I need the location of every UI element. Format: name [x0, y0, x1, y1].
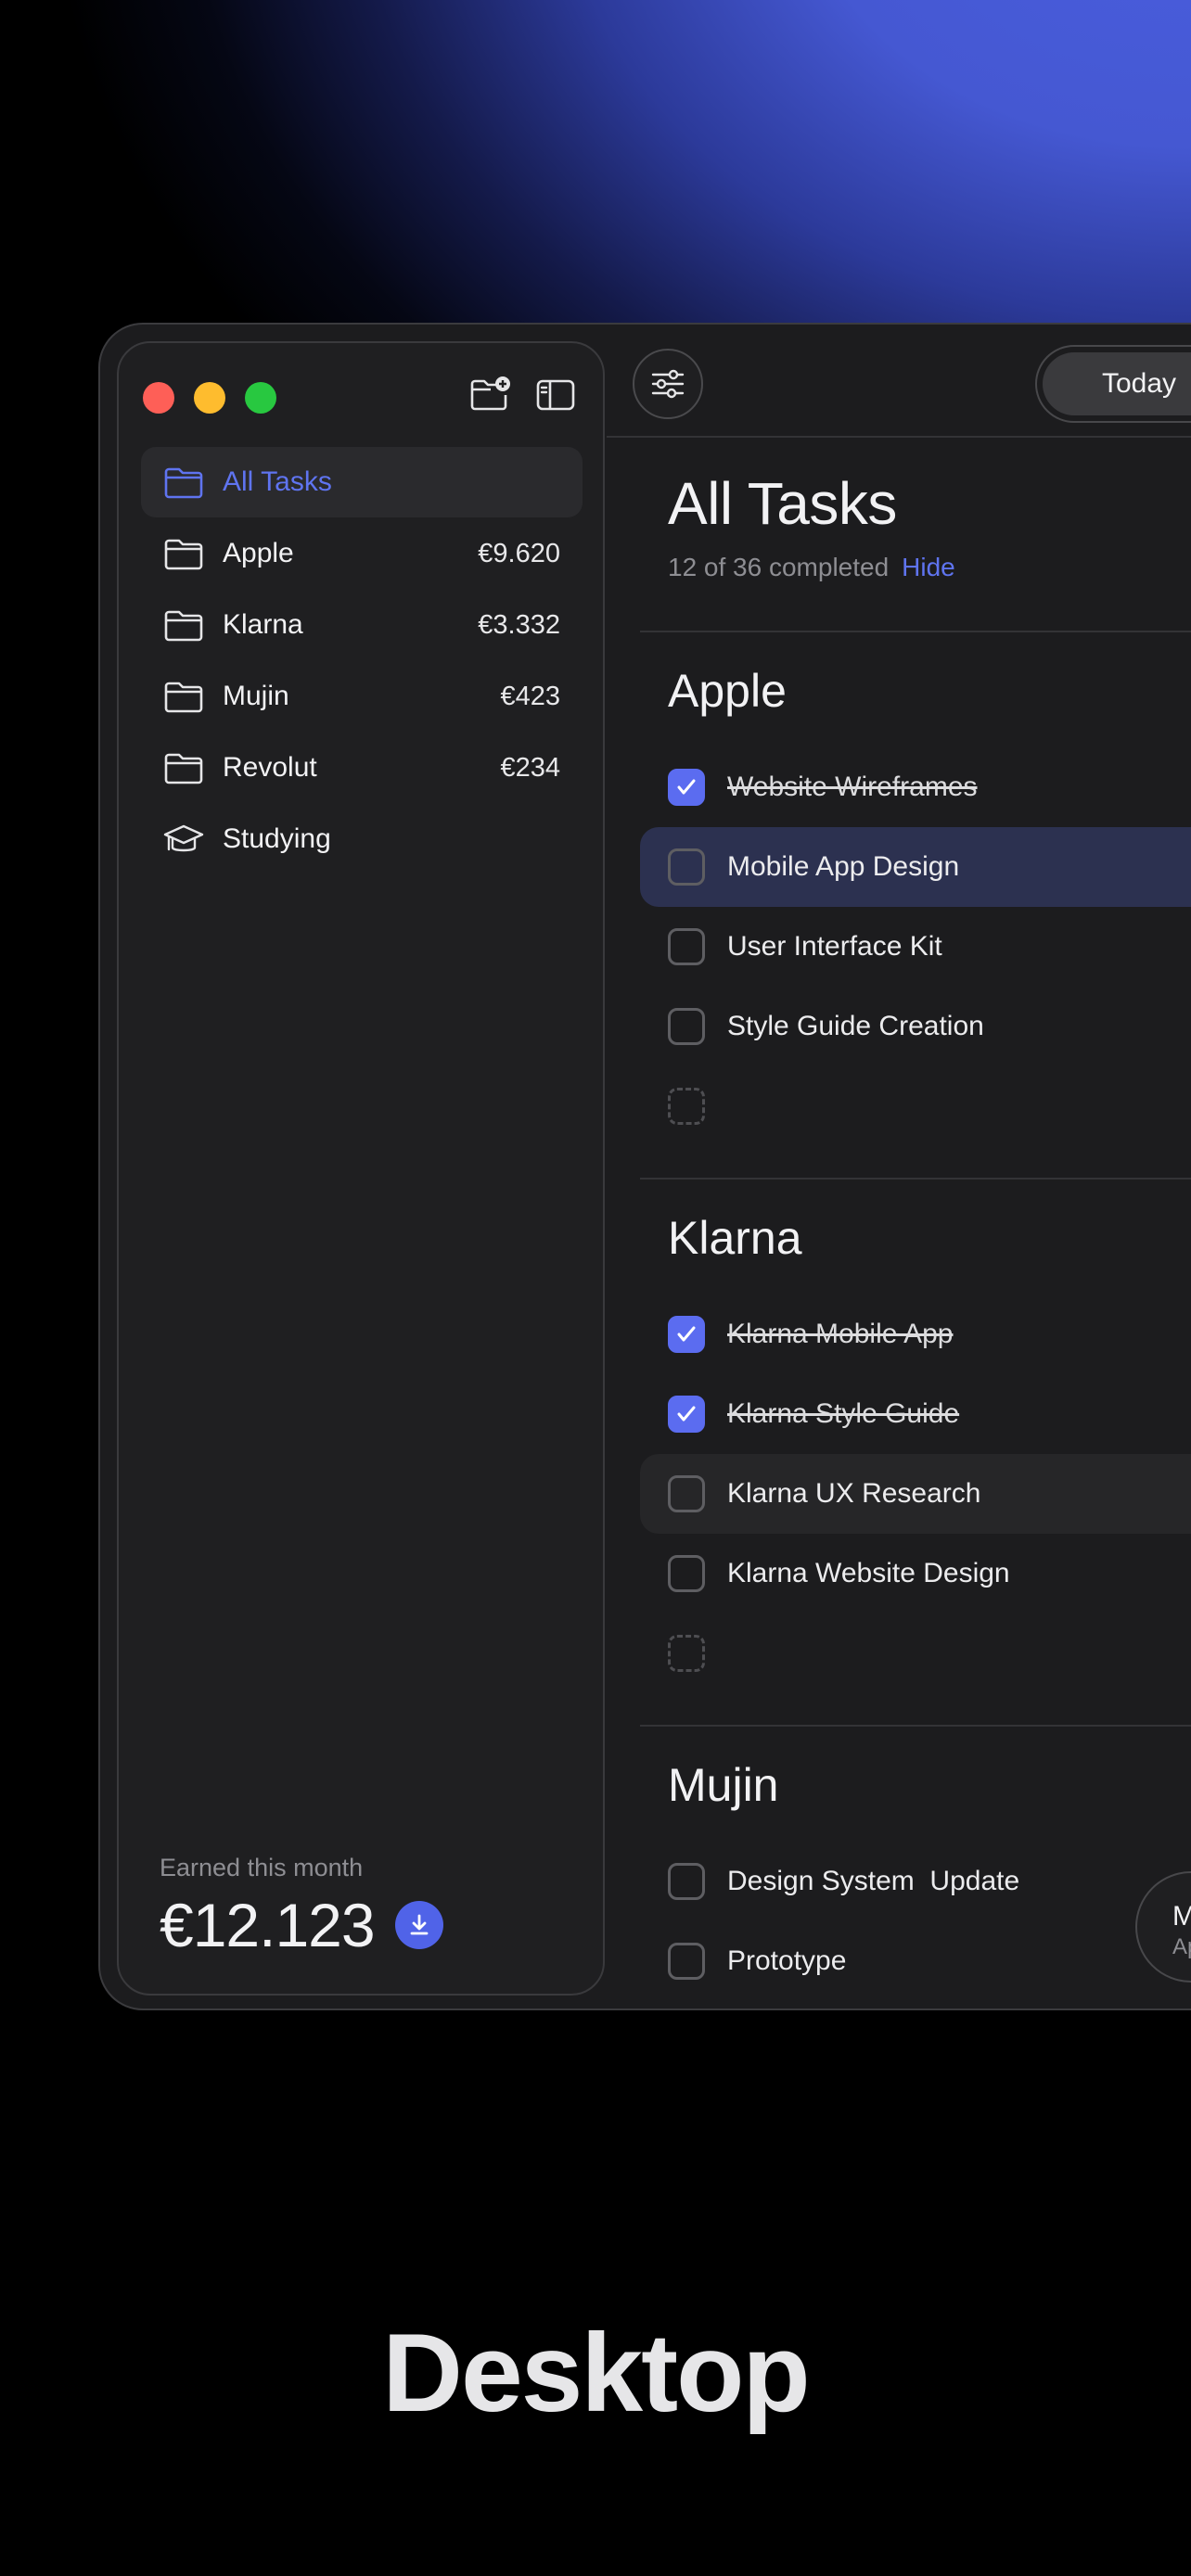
toolbar-divider	[607, 436, 1191, 438]
completion-status: 12 of 36 completed Hide	[668, 553, 955, 582]
section-title-klarna: Klarna	[668, 1212, 802, 1264]
completion-count: 12 of 36 completed	[668, 553, 890, 581]
sidebar-item-label: Apple	[223, 538, 294, 568]
sidebar-item-mujin[interactable]: Mujin €423	[141, 661, 583, 732]
folder-icon	[164, 753, 203, 784]
graduation-cap-icon	[163, 824, 204, 852]
folder-icon	[164, 467, 203, 499]
task-checkbox[interactable]	[668, 1863, 705, 1900]
folder-icon	[164, 539, 203, 570]
task-checkbox[interactable]	[668, 848, 705, 886]
sidebar-item-klarna[interactable]: Klarna €3.332	[141, 590, 583, 660]
task-row[interactable]: Website Wireframes	[640, 747, 1191, 827]
task-row[interactable]: Klarna Mobile App	[640, 1294, 1191, 1374]
folder-icon	[164, 682, 203, 713]
project-list: All Tasks Apple €9.620 Klarna €3.332 Muj…	[141, 447, 583, 875]
page-title: All Tasks	[668, 470, 897, 537]
filter-button[interactable]	[633, 349, 703, 419]
sidebar-item-label: Studying	[223, 823, 331, 854]
task-row[interactable]: User Interface Kit	[640, 907, 1191, 987]
task-row[interactable]: Style Guide Creation	[640, 987, 1191, 1066]
task-row[interactable]: Design System Update	[640, 1842, 1191, 1921]
marketing-caption: Desktop	[382, 2311, 810, 2435]
sidebar-toggle-icon[interactable]	[534, 375, 577, 415]
sliders-icon	[651, 369, 685, 399]
task-checkbox[interactable]	[668, 928, 705, 965]
sidebar-item-label: Klarna	[223, 609, 303, 640]
hide-completed-link[interactable]: Hide	[902, 553, 955, 581]
section-divider	[640, 1178, 1191, 1180]
sidebar-item-amount: €423	[500, 681, 560, 711]
task-checkbox[interactable]	[668, 1008, 705, 1045]
minimize-window-button[interactable]	[194, 382, 225, 414]
app-window: All Tasks Apple €9.620 Klarna €3.332 Muj…	[98, 323, 1191, 2010]
task-label: Mobile App Design	[727, 851, 960, 882]
sidebar-item-amount: €3.332	[478, 609, 560, 640]
task-label: Style Guide Creation	[727, 1011, 984, 1041]
sidebar-item-revolut[interactable]: Revolut €234	[141, 733, 583, 803]
task-label: Klarna Style Guide	[727, 1398, 960, 1429]
sidebar-item-label: All Tasks	[223, 466, 332, 497]
new-task-row[interactable]	[640, 1613, 1191, 1693]
sidebar-item-all-tasks[interactable]: All Tasks	[141, 447, 583, 517]
maximize-window-button[interactable]	[245, 382, 276, 414]
task-label: Design System Update	[727, 1866, 1020, 1896]
task-row[interactable]: Klarna Website Design	[640, 1534, 1191, 1613]
task-row[interactable]: Klarna UX Research	[640, 1454, 1191, 1534]
checkmark-icon	[677, 1326, 696, 1342]
floating-button-sublabel: Ap	[1172, 1934, 1191, 1959]
sidebar-toolbar	[469, 375, 577, 415]
section-title-mujin: Mujin	[668, 1759, 779, 1811]
task-row[interactable]: Mobile App Design	[640, 827, 1191, 907]
date-segmented-control: Today	[1035, 345, 1191, 423]
task-checkbox[interactable]	[668, 1943, 705, 1980]
checkmark-icon	[677, 1406, 696, 1422]
today-tab[interactable]: Today	[1043, 352, 1191, 415]
new-task-checkbox[interactable]	[668, 1635, 705, 1672]
task-row[interactable]: Prototype	[640, 1921, 1191, 2001]
task-checkbox[interactable]	[668, 1396, 705, 1433]
task-label: Prototype	[727, 1945, 847, 1976]
task-checkbox[interactable]	[668, 1555, 705, 1592]
task-checkbox[interactable]	[668, 1475, 705, 1512]
floating-button-label: M	[1172, 1901, 1191, 1932]
close-window-button[interactable]	[143, 382, 174, 414]
new-task-checkbox[interactable]	[668, 1088, 705, 1125]
task-label: Klarna Mobile App	[727, 1319, 954, 1349]
task-label: Website Wireframes	[727, 772, 978, 802]
new-task-row[interactable]	[640, 1066, 1191, 1146]
task-label: Klarna Website Design	[727, 1558, 1010, 1588]
sidebar-item-studying[interactable]: Studying	[141, 804, 583, 874]
folder-icon	[164, 610, 203, 642]
earned-label: Earned this month	[160, 1854, 364, 1881]
task-label: Klarna UX Research	[727, 1478, 981, 1509]
sidebar-item-label: Mujin	[223, 681, 289, 711]
earned-summary: €12.123	[160, 1890, 443, 1960]
section-title-apple: Apple	[668, 665, 787, 717]
sidebar-item-amount: €9.620	[478, 538, 560, 568]
download-button[interactable]	[394, 1901, 443, 1949]
window-controls	[143, 382, 276, 414]
sidebar-item-amount: €234	[500, 752, 560, 783]
task-checkbox[interactable]	[668, 1316, 705, 1353]
task-checkbox[interactable]	[668, 769, 705, 806]
sidebar-item-apple[interactable]: Apple €9.620	[141, 518, 583, 589]
sidebar: All Tasks Apple €9.620 Klarna €3.332 Muj…	[117, 341, 605, 1996]
new-folder-icon[interactable]	[469, 375, 512, 415]
earned-value: €12.123	[160, 1891, 376, 1959]
section-divider	[640, 631, 1191, 632]
today-tab-label: Today	[1102, 368, 1177, 399]
sidebar-item-label: Revolut	[223, 752, 317, 783]
checkmark-icon	[677, 779, 696, 795]
task-row[interactable]: Klarna Style Guide	[640, 1374, 1191, 1454]
section-divider	[640, 1725, 1191, 1727]
task-label: User Interface Kit	[727, 931, 942, 962]
download-icon	[410, 1914, 428, 1935]
